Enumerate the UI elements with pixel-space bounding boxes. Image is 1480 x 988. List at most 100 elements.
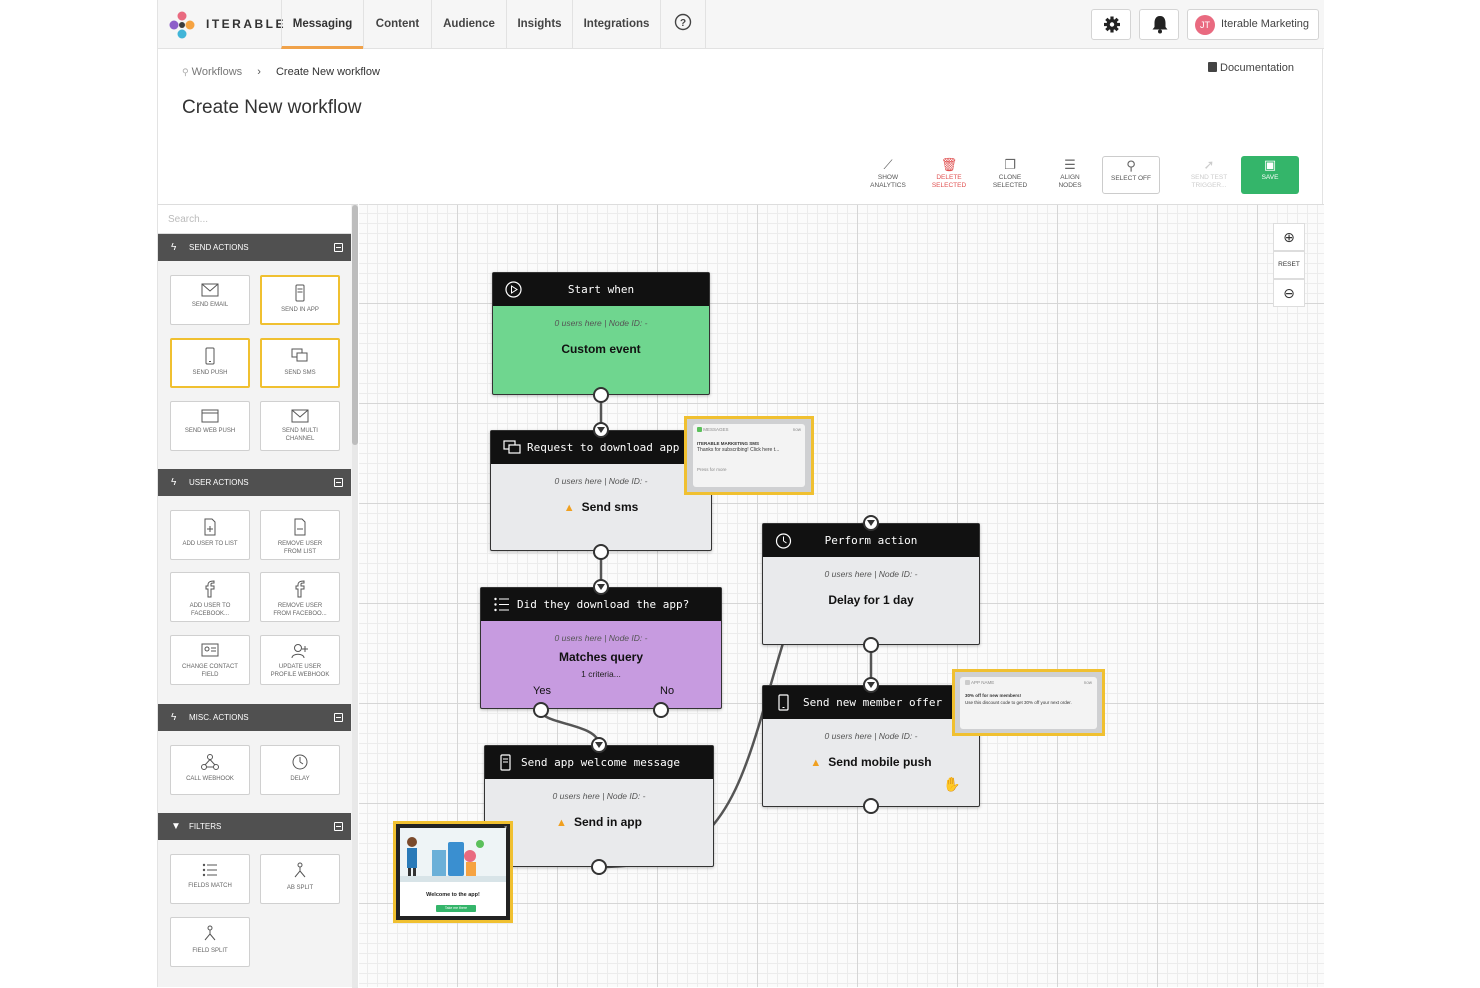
- tile-label: SEND SMS: [284, 370, 316, 376]
- analytics-icon: ⟋: [883, 157, 893, 172]
- in-app-cta-button[interactable]: Take me there: [436, 905, 476, 912]
- tile-change-contact-field[interactable]: CHANGE CONTACT FIELD: [170, 635, 250, 685]
- node-send-mobile-push[interactable]: Send new member offer 0 users here | Nod…: [762, 685, 980, 807]
- input-port[interactable]: [593, 579, 609, 595]
- save-button[interactable]: ▣ SAVE: [1241, 156, 1299, 194]
- zoom-in-icon: ⊕: [1283, 229, 1295, 245]
- tile-remove-user-from-list[interactable]: REMOVE USER FROM LIST: [260, 510, 340, 560]
- close-icon[interactable]: ×: [504, 825, 507, 831]
- tile-label: REMOVE USER: [277, 603, 323, 609]
- collapse-icon[interactable]: [334, 822, 343, 831]
- clone-selected-button[interactable]: ❐ CLONE SELECTED: [981, 156, 1039, 194]
- breadcrumb-workflows-link[interactable]: Workflows: [192, 66, 243, 78]
- collapse-icon[interactable]: [334, 713, 343, 722]
- tile-send-push[interactable]: SEND PUSH: [170, 338, 250, 388]
- output-port-yes[interactable]: [533, 702, 549, 718]
- collapse-icon[interactable]: [334, 478, 343, 487]
- user-update-icon: [291, 644, 308, 659]
- tool-label: SELECTED: [931, 182, 967, 189]
- tile-send-sms[interactable]: SEND SMS: [260, 338, 340, 388]
- input-port[interactable]: [863, 677, 879, 693]
- node-matches-query[interactable]: Did they download the app? 0 users here …: [480, 587, 722, 709]
- node-title: Send in app: [573, 815, 642, 829]
- node-send-in-app[interactable]: Send app welcome message 0 users here | …: [484, 745, 714, 867]
- section-title: MISC. ACTIONS: [189, 713, 249, 722]
- tool-label: TRIGGER...: [1191, 182, 1227, 189]
- tile-update-user-profile-webhook[interactable]: UPDATE USER PROFILE WEBHOOK: [260, 635, 340, 685]
- nav-tab-messaging[interactable]: Messaging: [281, 0, 363, 49]
- tile-ab-split[interactable]: AB SPLIT: [260, 854, 340, 904]
- tile-add-user-to-facebook[interactable]: ADD USER TO FACEBOOK...: [170, 572, 250, 622]
- node-send-sms[interactable]: Request to download app 0 users here | N…: [490, 430, 712, 551]
- send-test-trigger-button[interactable]: ➚ SEND TEST TRIGGER...: [1180, 156, 1238, 194]
- tile-label: FROM FACEBOO...: [273, 611, 327, 617]
- book-icon: [1208, 62, 1217, 72]
- tile-send-multi-channel[interactable]: SEND MULTI CHANNEL: [260, 401, 340, 451]
- output-port-no[interactable]: [653, 702, 669, 718]
- tile-send-email[interactable]: SEND EMAIL: [170, 275, 250, 325]
- select-off-button[interactable]: ⚲ SELECT OFF: [1102, 156, 1160, 194]
- section-filters[interactable]: ▼ FILTERS: [158, 813, 351, 840]
- tile-delay[interactable]: DELAY: [260, 745, 340, 795]
- user-menu-button[interactable]: JT Iterable Marketing: [1187, 9, 1319, 40]
- in-app-preview-card[interactable]: Welcome to the app! Take me there ×: [393, 821, 513, 923]
- output-port[interactable]: [863, 637, 879, 653]
- documentation-link[interactable]: Documentation: [1208, 62, 1294, 74]
- node-meta: 0 users here | Node ID: -: [824, 569, 918, 579]
- section-misc-actions[interactable]: ϟ MISC. ACTIONS: [158, 704, 351, 731]
- notification-body: Thanks for subscribing! Click here t...: [697, 447, 780, 453]
- tile-label: FIELD: [201, 672, 219, 678]
- palette-search-input[interactable]: Search...: [158, 205, 351, 234]
- section-user-actions[interactable]: ϟ USER ACTIONS: [158, 469, 351, 496]
- output-port[interactable]: [593, 544, 609, 560]
- zoom-out-button[interactable]: ⊖: [1273, 279, 1305, 307]
- svg-text:?: ?: [680, 18, 686, 29]
- zoom-reset-button[interactable]: RESET: [1273, 251, 1305, 279]
- tile-call-webhook[interactable]: CALL WEBHOOK: [170, 745, 250, 795]
- zoom-in-button[interactable]: ⊕: [1273, 223, 1305, 251]
- warning-icon: ▲: [810, 757, 822, 769]
- tile-add-user-to-list[interactable]: ADD USER TO LIST: [170, 510, 250, 560]
- sidebar-scrollbar-thumb[interactable]: [352, 205, 358, 445]
- tile-field-split[interactable]: FIELD SPLIT: [170, 917, 250, 967]
- notifications-button[interactable]: [1139, 9, 1179, 40]
- help-button[interactable]: ?: [660, 0, 706, 49]
- workflow-canvas[interactable]: ⊕ RESET ⊖ Start when 0 users here | Node…: [359, 204, 1324, 987]
- mobile-icon: [205, 347, 215, 365]
- node-criteria: 1 criteria...: [581, 669, 621, 679]
- align-nodes-button[interactable]: ☰ ALIGN NODES: [1041, 156, 1099, 194]
- tile-send-web-push[interactable]: SEND WEB PUSH: [170, 401, 250, 451]
- collapse-icon[interactable]: [334, 243, 343, 252]
- node-delay[interactable]: Perform action 0 users here | Node ID: -…: [762, 523, 980, 645]
- nav-tab-insights[interactable]: Insights: [506, 0, 572, 49]
- chat-bubbles-icon: [503, 440, 521, 454]
- nav-tab-content[interactable]: Content: [363, 0, 431, 49]
- push-preview-card[interactable]: APP NAME now 30% off for new members! Use…: [952, 669, 1105, 736]
- tile-label: REMOVE USER: [277, 541, 323, 547]
- delete-selected-button[interactable]: 🗑 DELETE SELECTED: [920, 156, 978, 194]
- tile-fields-match[interactable]: FIELDS MATCH: [170, 854, 250, 904]
- tile-label: FACEBOOK...: [190, 611, 229, 617]
- sms-preview-card[interactable]: MESSAGES now ITERABLE MARKETING SMS Thank…: [684, 416, 814, 495]
- node-start-when[interactable]: Start when 0 users here | Node ID: - Cus…: [492, 272, 710, 395]
- bolt-icon: ϟ: [171, 477, 177, 488]
- output-port[interactable]: [593, 387, 609, 403]
- output-port[interactable]: [591, 859, 607, 875]
- workflow-icon: ⚲: [182, 67, 189, 77]
- section-send-actions[interactable]: ϟ SEND ACTIONS: [158, 234, 351, 261]
- tile-label: SEND PUSH: [192, 370, 228, 376]
- notification-app: MESSAGES: [703, 427, 729, 432]
- input-port[interactable]: [863, 515, 879, 531]
- tile-send-in-app[interactable]: SEND IN APP: [260, 275, 340, 325]
- show-analytics-button[interactable]: ⟋ SHOW ANALYTICS: [859, 156, 917, 194]
- settings-button[interactable]: [1091, 9, 1131, 40]
- output-port[interactable]: [863, 798, 879, 814]
- tile-remove-user-from-facebook[interactable]: REMOVE USER FROM FACEBOO...: [260, 572, 340, 622]
- nav-tab-audience[interactable]: Audience: [431, 0, 506, 49]
- input-port[interactable]: [593, 422, 609, 438]
- bolt-icon: ϟ: [171, 712, 177, 723]
- nav-tab-integrations[interactable]: Integrations: [572, 0, 660, 49]
- avatar: JT: [1195, 15, 1215, 35]
- node-title: Matches query: [558, 650, 644, 664]
- input-port[interactable]: [591, 737, 607, 753]
